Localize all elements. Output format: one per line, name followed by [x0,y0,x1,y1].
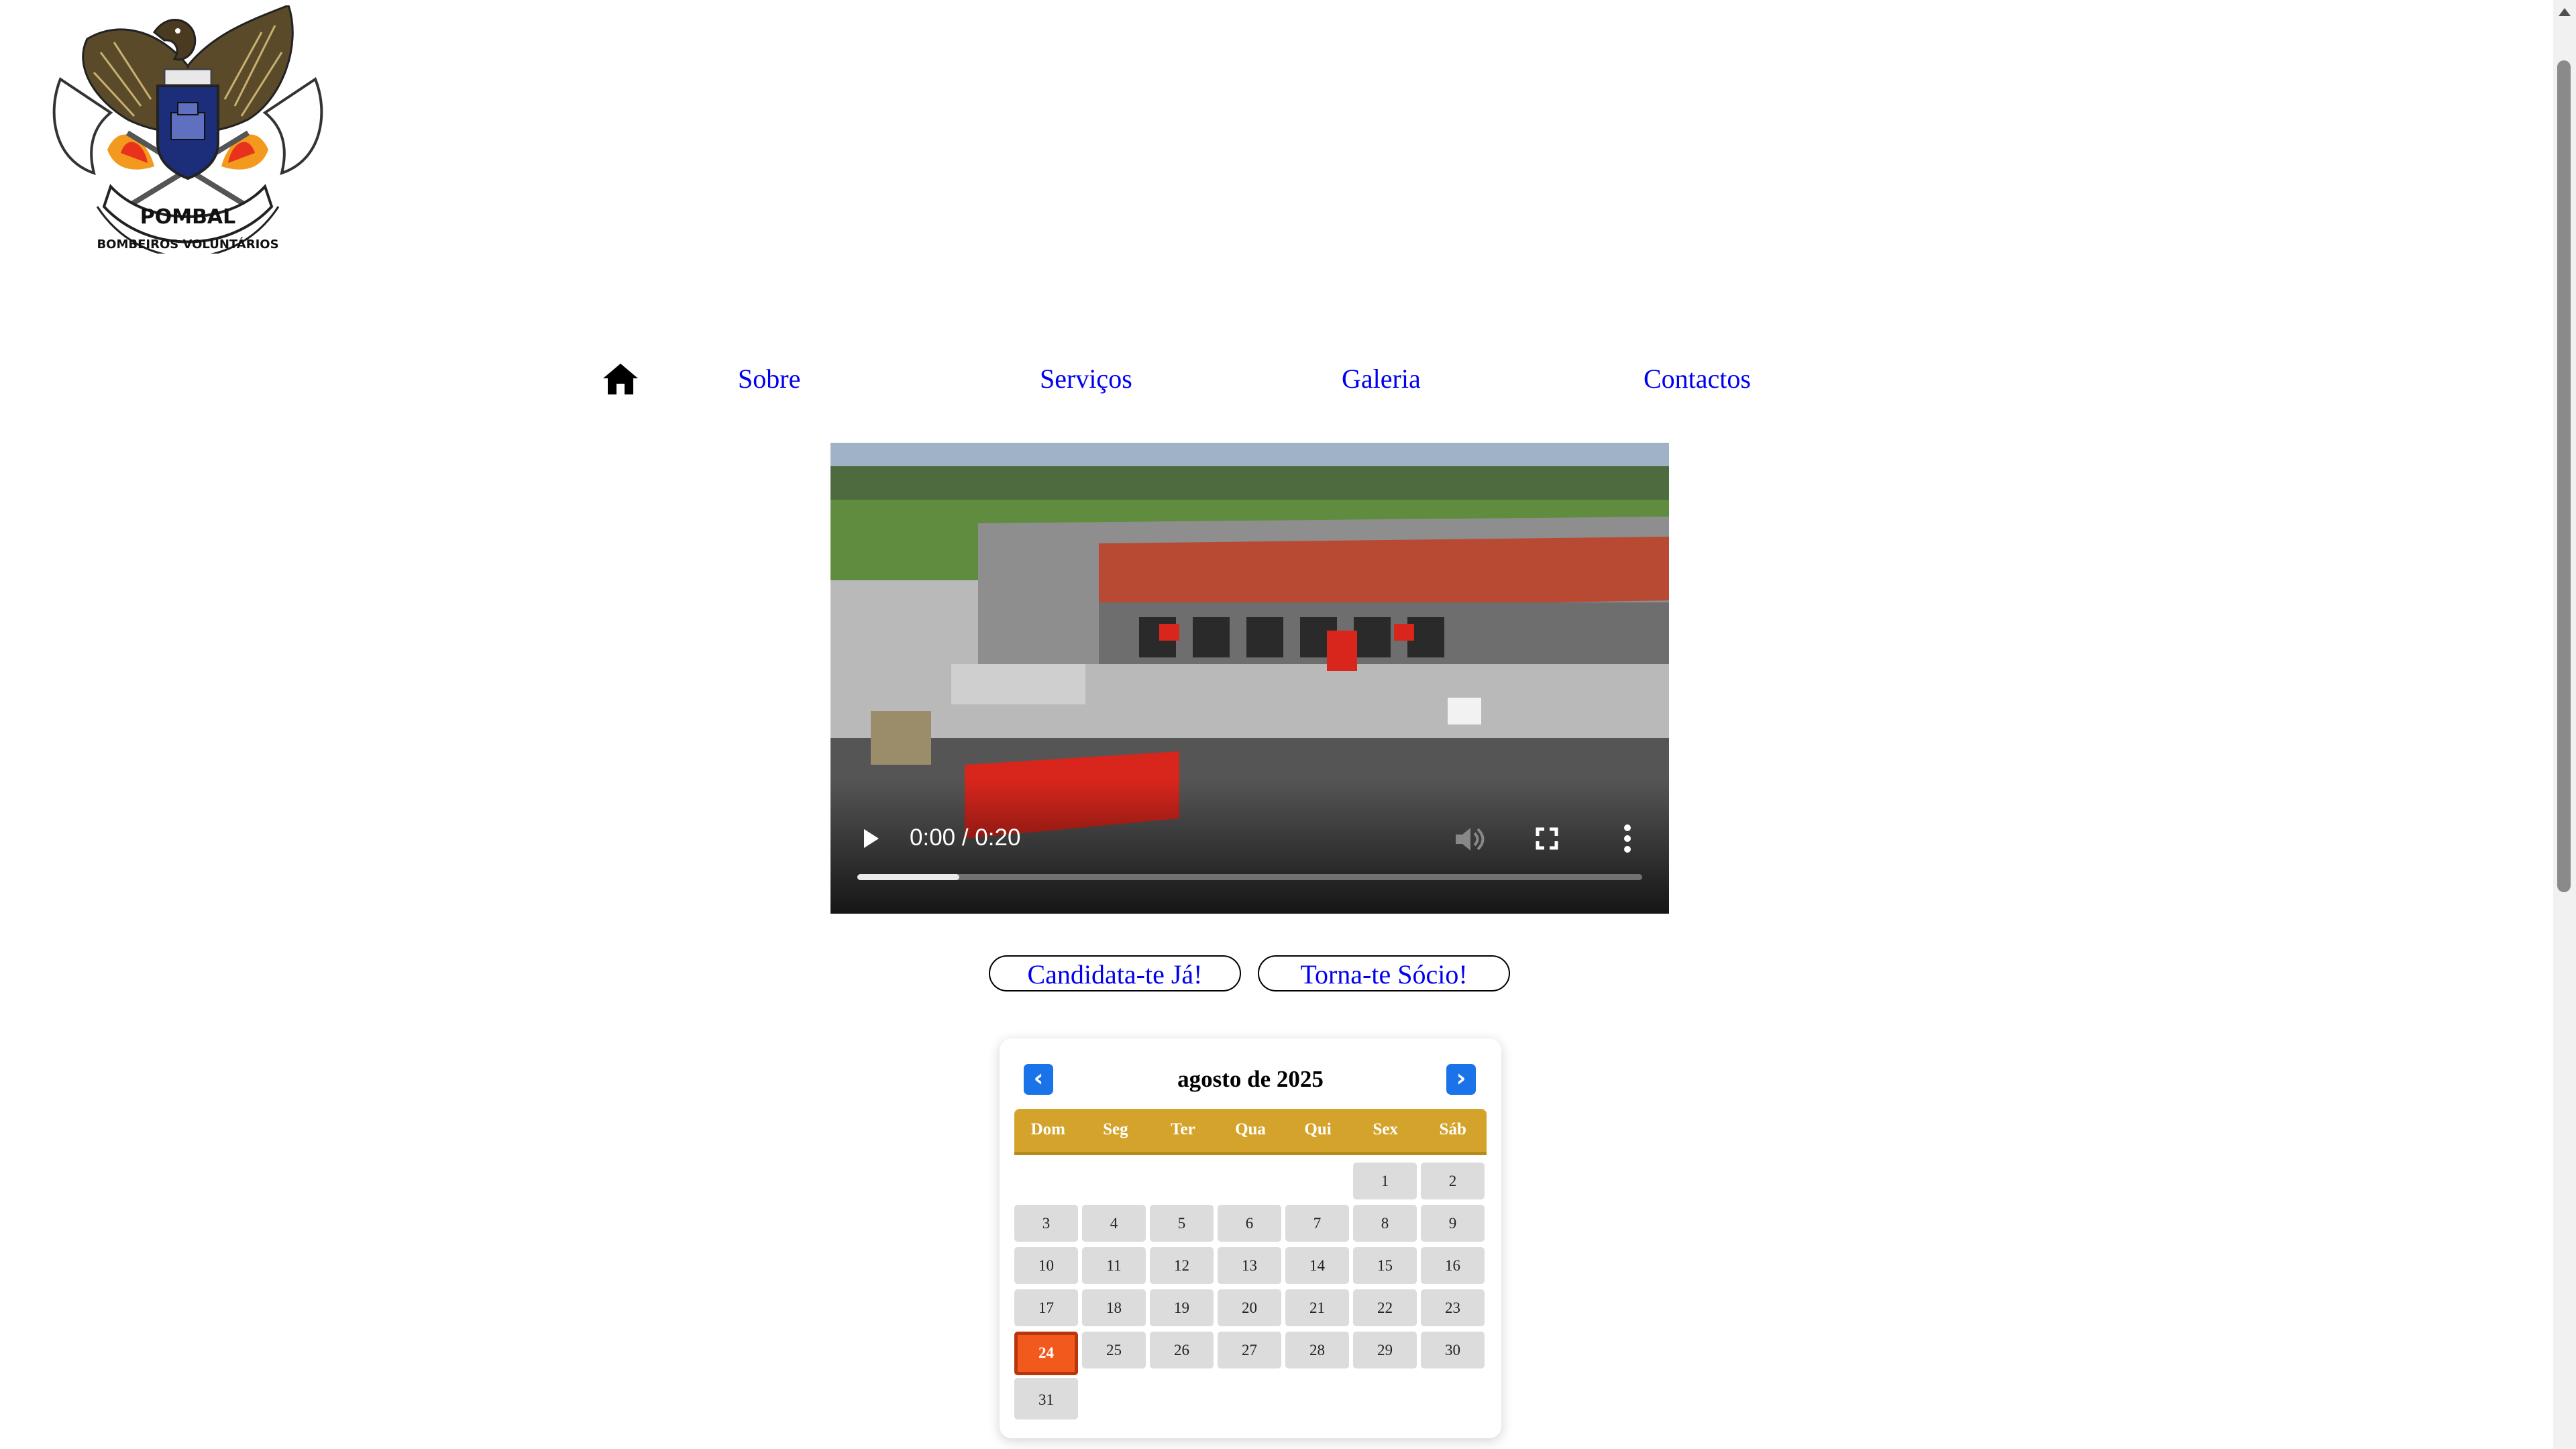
calendar-empty-cell [1150,1163,1214,1199]
nav-servicos[interactable]: Serviços [1040,362,1132,396]
calendar-day[interactable]: 29 [1353,1332,1417,1368]
calendar-next-button[interactable]: › [1446,1064,1476,1095]
weekday-label: Qui [1304,1120,1332,1138]
calendar-day-today[interactable]: 24 [1014,1332,1078,1375]
scrollbar-thumb[interactable] [2557,60,2571,892]
video-time: 0:00 / 0:20 [910,824,1021,851]
weekday-label: Qua [1235,1120,1266,1138]
calendar-day[interactable]: 18 [1082,1289,1146,1326]
calendar-day[interactable]: 30 [1421,1332,1485,1368]
calendar-empty-cell [1014,1163,1078,1199]
calendar-day[interactable]: 22 [1353,1289,1417,1326]
calendar-day[interactable]: 21 [1285,1289,1349,1326]
volume-icon[interactable] [1453,824,1487,855]
weekday-label: Ter [1171,1120,1195,1138]
calendar-day[interactable]: 10 [1014,1247,1078,1284]
logo: POMBAL BOMBEIROS VOLUNTÁRIOS [47,4,329,258]
weekday-label: Sex [1373,1120,1398,1138]
calendar-day[interactable]: 4 [1082,1205,1146,1242]
calendar-day[interactable]: 19 [1150,1289,1214,1326]
calendar-day[interactable]: 8 [1353,1205,1417,1242]
video-buffered-bar [857,874,960,880]
calendar-day[interactable]: 7 [1285,1205,1349,1242]
calendar-day[interactable]: 17 [1014,1289,1078,1326]
scroll-up-arrow[interactable] [2559,8,2571,16]
candidata-button[interactable]: Candidata-te Já! [989,955,1241,991]
main-nav: Sobre Serviços Galeria Contactos [0,349,2536,409]
calendar-day[interactable]: 25 [1082,1332,1146,1368]
video-progress-bar[interactable] [857,874,1642,880]
calendar-day[interactable]: 2 [1421,1163,1485,1199]
calendar-day[interactable]: 27 [1218,1332,1281,1368]
calendar-day[interactable]: 3 [1014,1205,1078,1242]
calendar-weekday-header: Dom Seg Ter Qua Qui Sex Sáb [1014,1109,1487,1155]
nav-sobre[interactable]: Sobre [738,362,800,396]
calendar-day[interactable]: 16 [1421,1247,1485,1284]
weekday-label: Sáb [1439,1120,1466,1138]
calendar-day[interactable]: 9 [1421,1205,1485,1242]
fullscreen-icon[interactable] [1534,825,1560,852]
calendar: ‹ agosto de 2025 › Dom Seg Ter Qua Qui S… [1000,1038,1501,1438]
calendar-day[interactable]: 1 [1353,1163,1417,1199]
calendar-day[interactable]: 11 [1082,1247,1146,1284]
play-icon[interactable] [857,825,884,852]
calendar-day[interactable]: 15 [1353,1247,1417,1284]
nav-galeria[interactable]: Galeria [1342,362,1421,396]
socio-button[interactable]: Torna-te Sócio! [1258,955,1510,991]
calendar-day[interactable]: 28 [1285,1332,1349,1368]
video-player[interactable]: 0:00 / 0:20 [830,443,1669,914]
calendar-day[interactable]: 13 [1218,1247,1281,1284]
more-options-icon[interactable] [1621,822,1634,855]
calendar-day[interactable]: 26 [1150,1332,1214,1368]
calendar-day[interactable]: 31 [1014,1378,1078,1419]
calendar-empty-cell [1082,1163,1146,1199]
weekday-label: Seg [1103,1120,1128,1138]
calendar-empty-cell [1285,1163,1349,1199]
calendar-title: agosto de 2025 [1177,1066,1324,1092]
calendar-days-grid: 1 2 3 4 5 6 7 8 9 10 11 12 13 14 15 16 17 18 19 20 21 22 23 24 2… [1014,1163,1487,1419]
calendar-day[interactable]: 23 [1421,1289,1485,1326]
home-icon[interactable] [602,362,639,396]
svg-text:POMBAL: POMBAL [140,205,236,229]
calendar-empty-cell [1218,1163,1281,1199]
nav-contactos[interactable]: Contactos [1644,362,1751,396]
scrollbar[interactable] [2553,0,2576,1449]
calendar-day[interactable]: 14 [1285,1247,1349,1284]
calendar-prev-button[interactable]: ‹ [1024,1064,1053,1095]
calendar-day[interactable]: 20 [1218,1289,1281,1326]
calendar-day[interactable]: 12 [1150,1247,1214,1284]
calendar-day[interactable]: 6 [1218,1205,1281,1242]
calendar-day[interactable]: 5 [1150,1205,1214,1242]
weekday-label: Dom [1030,1120,1065,1138]
svg-text:BOMBEIROS VOLUNTÁRIOS: BOMBEIROS VOLUNTÁRIOS [97,237,278,252]
